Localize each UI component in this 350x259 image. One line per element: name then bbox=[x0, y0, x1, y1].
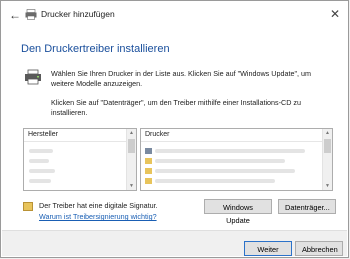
folder-icon bbox=[145, 178, 152, 184]
printer-list-header: Drucker bbox=[141, 129, 322, 142]
printer-icon bbox=[25, 9, 37, 20]
signature-certificate-icon bbox=[23, 202, 33, 211]
list-item[interactable] bbox=[155, 169, 295, 173]
add-printer-dialog: ← Drucker hinzufügen ✕ Den Druckertreibe… bbox=[0, 0, 349, 258]
printer-driver-icon bbox=[25, 69, 41, 85]
list-item[interactable] bbox=[29, 179, 51, 183]
manufacturer-scrollbar[interactable]: ▲ ▼ bbox=[126, 129, 136, 190]
list-item[interactable] bbox=[29, 149, 53, 153]
list-item[interactable] bbox=[29, 169, 55, 173]
driver-signing-link[interactable]: Warum ist Treibersignierung wichtig? bbox=[39, 212, 157, 221]
manufacturer-list[interactable]: Hersteller ▲ ▼ bbox=[23, 128, 137, 191]
have-disk-button[interactable]: Datenträger... bbox=[278, 199, 336, 214]
title-bar: ← Drucker hinzufügen ✕ bbox=[1, 1, 348, 29]
list-item[interactable] bbox=[155, 149, 305, 153]
close-icon[interactable]: ✕ bbox=[328, 7, 342, 21]
instruction-text-disk: Klicken Sie auf "Datenträger", um den Tr… bbox=[51, 98, 301, 117]
page-title: Den Druckertreiber installieren bbox=[21, 43, 170, 55]
folder-icon bbox=[145, 168, 152, 174]
list-item[interactable] bbox=[155, 179, 275, 183]
scroll-down-icon[interactable]: ▼ bbox=[323, 182, 332, 190]
next-button[interactable]: Weiter bbox=[244, 241, 292, 256]
printer-scrollbar[interactable]: ▲ ▼ bbox=[322, 129, 332, 190]
scroll-up-icon[interactable]: ▲ bbox=[127, 129, 136, 137]
manufacturer-list-header: Hersteller bbox=[24, 129, 126, 142]
back-arrow-icon[interactable]: ← bbox=[7, 8, 23, 22]
scroll-down-icon[interactable]: ▼ bbox=[127, 182, 136, 190]
folder-icon bbox=[145, 158, 152, 164]
signature-status-text: Der Treiber hat eine digitale Signatur. bbox=[39, 201, 158, 210]
cancel-button[interactable]: Abbrechen bbox=[295, 241, 343, 256]
scroll-thumb[interactable] bbox=[324, 139, 331, 153]
scroll-thumb[interactable] bbox=[128, 139, 135, 153]
list-item[interactable] bbox=[155, 159, 285, 163]
printer-list[interactable]: Drucker ▲ ▼ bbox=[140, 128, 333, 191]
printer-icon bbox=[145, 148, 152, 154]
instruction-text-select: Wählen Sie Ihren Drucker in der Liste au… bbox=[51, 69, 311, 88]
scroll-up-icon[interactable]: ▲ bbox=[323, 129, 332, 137]
window-title: Drucker hinzufügen bbox=[41, 9, 115, 19]
list-item[interactable] bbox=[29, 159, 49, 163]
windows-update-button[interactable]: Windows Update bbox=[204, 199, 272, 225]
